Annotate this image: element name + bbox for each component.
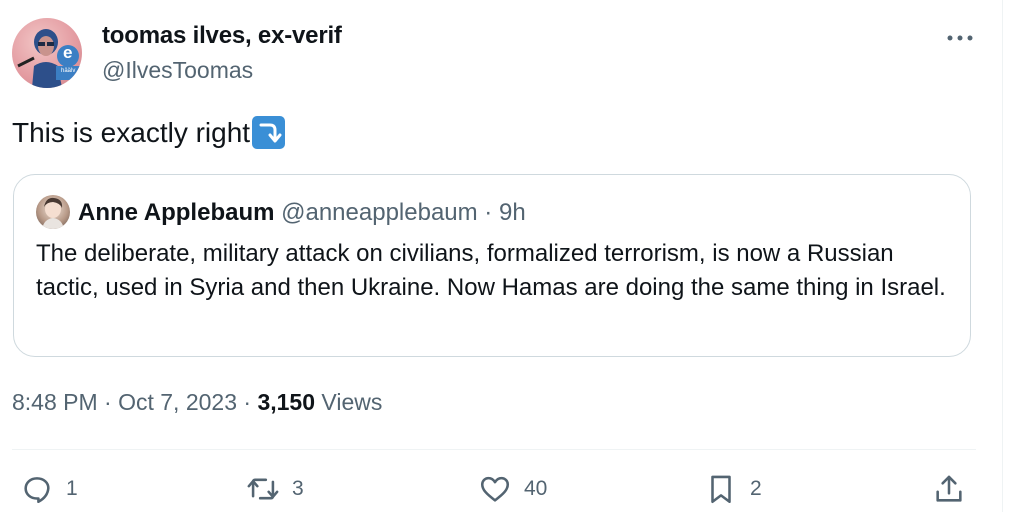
quoted-author-name[interactable]: Anne Applebaum: [78, 199, 274, 226]
author-handle[interactable]: @IlvesToomas: [102, 57, 253, 84]
retweet-icon: [247, 478, 279, 500]
author-name[interactable]: toomas ilves, ex-verif: [102, 22, 342, 50]
heart-icon: [480, 476, 510, 502]
views-label: Views: [315, 389, 383, 415]
timestamp[interactable]: 8:48 PM · Oct 7, 2023 ·: [12, 389, 257, 415]
reply-button[interactable]: 1: [20, 471, 78, 507]
reply-icon: [24, 477, 50, 504]
avatar-logo-text: häälv: [61, 68, 76, 74]
quoted-author-handle[interactable]: @anneapplebaum: [281, 199, 478, 226]
author-avatar[interactable]: e häälv: [12, 18, 82, 88]
bookmark-button[interactable]: 2: [704, 471, 762, 507]
tweet-meta: 8:48 PM · Oct 7, 2023 · 3,150 Views: [12, 389, 382, 416]
retweet-button[interactable]: 3: [246, 471, 304, 507]
more-horizontal-icon: [947, 35, 973, 41]
curving-arrow-icon: [259, 123, 282, 143]
quoted-author-avatar: [36, 195, 70, 229]
timeline-divider: [1002, 0, 1003, 512]
share-icon: [936, 475, 962, 502]
actions-divider: [12, 449, 976, 450]
bookmark-icon: [711, 475, 731, 504]
avatar-logo-letter: e: [63, 43, 73, 62]
quoted-tweet[interactable]: Anne Applebaum @anneapplebaum · 9h The d…: [13, 174, 971, 357]
tweet-text-content: This is exactly right: [12, 116, 251, 148]
reply-count: 1: [66, 477, 78, 500]
quoted-separator: ·: [477, 199, 499, 226]
right-arrow-curving-down-emoji: [252, 116, 286, 149]
quoted-header: Anne Applebaum @anneapplebaum · 9h: [78, 199, 526, 227]
bookmark-count: 2: [750, 477, 762, 500]
retweet-count: 3: [292, 477, 304, 500]
views-count: 3,150: [257, 389, 316, 415]
like-count: 40: [524, 477, 548, 500]
quoted-age[interactable]: 9h: [499, 199, 526, 226]
share-button[interactable]: [932, 471, 966, 507]
more-button[interactable]: [944, 22, 976, 54]
tweet-text: This is exactly right: [12, 116, 286, 149]
quoted-text: The deliberate, military attack on civil…: [36, 240, 946, 301]
quoted-avatar-image: [42, 197, 64, 229]
like-button[interactable]: 40: [478, 471, 547, 507]
